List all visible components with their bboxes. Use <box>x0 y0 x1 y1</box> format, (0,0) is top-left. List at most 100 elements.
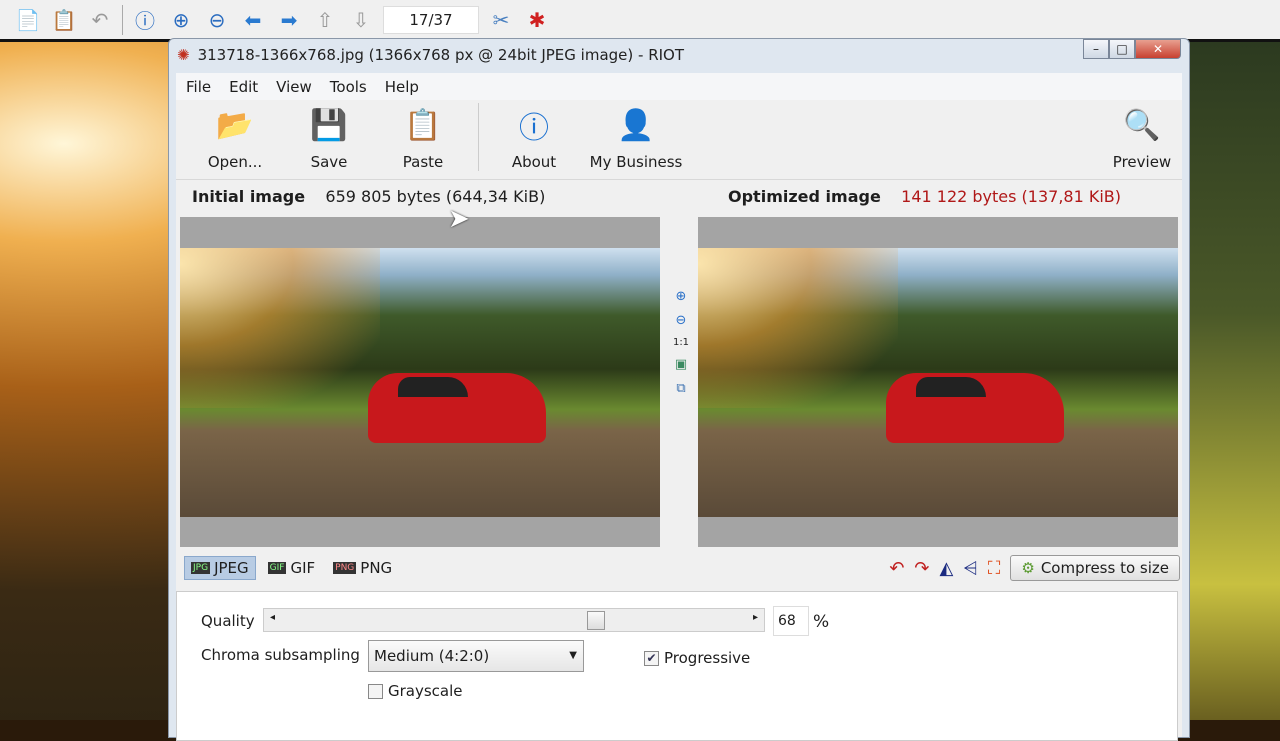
tab-gif[interactable]: GIF GIF <box>262 557 322 579</box>
chroma-label: Chroma subsampling <box>201 646 360 664</box>
tab-label: PNG <box>360 559 393 577</box>
jpeg-settings: Quality ◂ ▸ 68 % Chroma subsampling Medi… <box>176 591 1178 741</box>
gif-icon: GIF <box>267 562 287 574</box>
undo-icon[interactable]: ↶ <box>86 6 114 34</box>
jpeg-icon: JPG <box>191 562 211 574</box>
fit-icon[interactable]: ▣ <box>675 357 687 372</box>
riot-window: ✺ 313718-1366x768.jpg (1366x768 px @ 24b… <box>168 38 1190 741</box>
compare-icon[interactable]: ⧉ <box>676 381 685 396</box>
my-business-button[interactable]: 👤 My Business <box>581 105 691 172</box>
menu-view[interactable]: View <box>276 78 312 96</box>
title-bar: ✺ 313718-1366x768.jpg (1366x768 px @ 24b… <box>169 39 1189 71</box>
tools-icon[interactable]: ✂ <box>487 6 515 34</box>
tab-jpeg[interactable]: JPG JPEG <box>184 556 256 580</box>
quality-label: Quality <box>201 612 255 630</box>
car <box>886 373 1064 443</box>
menu-edit[interactable]: Edit <box>229 78 258 96</box>
menu-bar: File Edit View Tools Help <box>176 73 1182 100</box>
preview-label: Preview <box>1112 153 1172 171</box>
save-label: Save <box>310 153 348 171</box>
optimized-image-info: Optimized image 141 122 bytes (137,81 Ki… <box>728 187 1121 206</box>
business-label: My Business <box>589 153 683 171</box>
minimize-button[interactable]: – <box>1083 39 1109 59</box>
page-indicator[interactable]: 17/37 <box>383 5 479 34</box>
info-icon[interactable]: ⓘ <box>131 6 159 34</box>
divider <box>122 4 123 35</box>
initial-label: Initial image <box>192 187 306 206</box>
folder-icon: 📂 <box>216 107 254 143</box>
mouse-cursor: ➤ <box>448 204 470 234</box>
flip-horizontal-icon[interactable]: ◭ <box>940 558 954 579</box>
open-label: Open... <box>207 153 263 171</box>
zoom-out-icon[interactable]: ⊖ <box>203 6 231 34</box>
menu-tools[interactable]: Tools <box>330 78 367 96</box>
image-tools: ↶ ↷ ◭ ⩤ ⛶ ⚙ Compress to size <box>889 555 1180 581</box>
quality-input[interactable]: 68 <box>773 606 809 636</box>
viewer-toolbar: 📄 📋 ↶ ⓘ ⊕ ⊖ ⬅ ➡ ⇧ ⇩ 17/37 ✂ ✱ <box>0 0 1280 42</box>
initial-image <box>180 248 660 517</box>
info-icon: ⓘ <box>519 111 549 146</box>
next-icon[interactable]: ➡ <box>275 6 303 34</box>
riot-app-icon: ✺ <box>177 46 190 64</box>
plugin-icon[interactable]: ✱ <box>523 6 551 34</box>
window-title: 313718-1366x768.jpg (1366x768 px @ 24bit… <box>197 46 685 64</box>
optimized-label: Optimized image <box>728 187 881 206</box>
open-button[interactable]: 📂 Open... <box>188 105 282 172</box>
tab-label: GIF <box>290 559 316 577</box>
paste-icon: 📋 <box>404 107 442 143</box>
resize-icon[interactable]: ⛶ <box>988 558 1001 579</box>
main-toolbar: 📂 Open... 💾 Save 📋 Paste ⓘ About 👤 My Busines… <box>176 100 1182 180</box>
about-button[interactable]: ⓘ About <box>487 105 581 171</box>
initial-image-info: Initial image 659 805 bytes (644,34 KiB) <box>192 187 545 206</box>
magnifier-icon: 🔍 <box>1123 107 1161 143</box>
rotate-left-icon[interactable]: ↶ <box>889 558 904 579</box>
initial-image-panel[interactable] <box>180 217 660 547</box>
copy-icon[interactable]: 📄 <box>14 6 42 34</box>
desktop-background-right <box>1188 42 1280 720</box>
slider-thumb[interactable] <box>586 611 605 630</box>
client-area: File Edit View Tools Help 📂 Open... 💾 Save… <box>176 73 1182 741</box>
paste-label: Paste <box>402 153 444 171</box>
gear-icon: ⚙ <box>1021 559 1035 577</box>
grayscale-label: Grayscale <box>388 682 463 700</box>
progressive-label: Progressive <box>664 649 751 667</box>
car <box>368 373 546 443</box>
prev-icon[interactable]: ⬅ <box>239 6 267 34</box>
compress-to-size-button[interactable]: ⚙ Compress to size <box>1010 555 1180 581</box>
chevron-down-icon: ▼ <box>569 650 577 661</box>
zoom-tools: ⊕ ⊖ 1:1 ▣ ⧉ <box>670 289 692 396</box>
initial-size: 659 805 bytes (644,34 KiB) <box>325 187 546 206</box>
quality-slider[interactable]: ◂ ▸ <box>263 608 765 632</box>
last-page-icon[interactable]: ⇩ <box>347 6 375 34</box>
optimized-image-panel[interactable] <box>698 217 1178 547</box>
png-icon: PNG <box>333 562 357 574</box>
menu-help[interactable]: Help <box>385 78 419 96</box>
first-page-icon[interactable]: ⇧ <box>311 6 339 34</box>
zoom-out-icon[interactable]: ⊖ <box>676 313 687 328</box>
progressive-checkbox[interactable]: ✔ <box>644 651 659 666</box>
close-button[interactable]: ✕ <box>1135 39 1181 59</box>
paste-button[interactable]: 📋 Paste <box>376 105 470 172</box>
actual-size-button[interactable]: 1:1 <box>673 337 689 348</box>
rotate-right-icon[interactable]: ↷ <box>914 558 929 579</box>
zoom-in-icon[interactable]: ⊕ <box>676 289 687 304</box>
optimized-image <box>698 248 1178 517</box>
about-label: About <box>511 153 557 171</box>
slider-right-arrow[interactable]: ▸ <box>753 612 758 623</box>
businessman-icon: 👤 <box>617 107 655 143</box>
save-button[interactable]: 💾 Save <box>282 105 376 172</box>
menu-file[interactable]: File <box>186 78 211 96</box>
maximize-button[interactable]: □ <box>1109 39 1135 59</box>
chroma-subsampling-select[interactable]: Medium (4:2:0) ▼ <box>368 640 584 672</box>
tab-png[interactable]: PNG PNG <box>327 557 398 579</box>
slider-left-arrow[interactable]: ◂ <box>270 612 275 623</box>
tab-label: JPEG <box>214 559 249 577</box>
paste-icon[interactable]: 📋 <box>50 6 78 34</box>
chroma-value: Medium (4:2:0) <box>374 647 490 665</box>
preview-button[interactable]: 🔍 Preview <box>1102 105 1182 172</box>
optimized-size: 141 122 bytes (137,81 KiB) <box>901 187 1122 206</box>
grayscale-checkbox[interactable] <box>368 684 383 699</box>
divider <box>478 103 479 171</box>
zoom-in-icon[interactable]: ⊕ <box>167 6 195 34</box>
flip-vertical-icon[interactable]: ⩤ <box>963 558 977 579</box>
